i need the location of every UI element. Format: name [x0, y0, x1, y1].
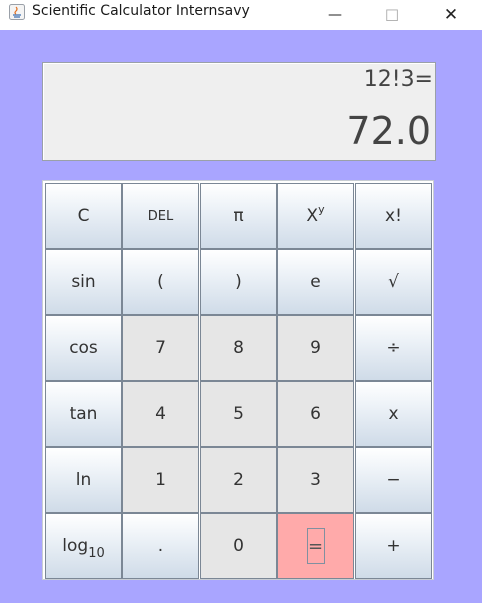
open-paren-button[interactable]: (: [122, 249, 199, 315]
cos-button[interactable]: cos: [45, 315, 122, 381]
eight-label: 8: [233, 338, 244, 358]
power-button[interactable]: Xy: [277, 183, 354, 249]
close-icon: ✕: [443, 5, 459, 25]
one-label: 1: [155, 470, 166, 490]
java-app-icon: [9, 4, 25, 20]
seven-label: 7: [155, 338, 166, 358]
log10-button[interactable]: log10: [45, 513, 122, 579]
sin-button[interactable]: sin: [45, 249, 122, 315]
ln-label: ln: [75, 470, 92, 490]
pi-label: π: [233, 206, 244, 226]
sqrt-button[interactable]: √: [355, 249, 432, 315]
divide-label: ÷: [386, 338, 401, 358]
close-paren-button[interactable]: ): [200, 249, 277, 315]
five-button[interactable]: 5: [200, 381, 277, 447]
delete-button[interactable]: DEL: [122, 183, 199, 249]
minus-button[interactable]: −: [355, 447, 432, 513]
factorial-label: x!: [385, 206, 402, 226]
power-exponent: y: [318, 203, 325, 216]
minimize-button[interactable]: —: [312, 0, 358, 30]
calculator-display: 12!3= 72.0: [42, 62, 436, 161]
minimize-icon: —: [328, 7, 342, 23]
multiply-button[interactable]: x: [355, 381, 432, 447]
two-label: 2: [233, 470, 244, 490]
tan-label: tan: [69, 404, 98, 424]
equals-button[interactable]: =: [277, 513, 354, 579]
four-button[interactable]: 4: [122, 381, 199, 447]
keypad: C DEL π Xy x! sin ( ) e √ cos 7 8 9 ÷ ta…: [42, 180, 434, 580]
equals-label: =: [307, 535, 324, 557]
log-base: log: [62, 536, 89, 556]
factorial-button[interactable]: x!: [355, 183, 432, 249]
expression-text: 12!3=: [363, 67, 433, 92]
cos-label: cos: [69, 338, 98, 358]
window-title: Scientific Calculator Internsavy: [32, 3, 250, 19]
pi-button[interactable]: π: [200, 183, 277, 249]
nine-button[interactable]: 9: [277, 315, 354, 381]
nine-label: 9: [310, 338, 321, 358]
plus-label: +: [386, 536, 401, 556]
clear-button[interactable]: C: [45, 183, 122, 249]
four-label: 4: [155, 404, 166, 424]
e-button[interactable]: e: [277, 249, 354, 315]
dot-label: .: [157, 536, 164, 556]
seven-button[interactable]: 7: [122, 315, 199, 381]
plus-button[interactable]: +: [355, 513, 432, 579]
tan-button[interactable]: tan: [45, 381, 122, 447]
six-label: 6: [310, 404, 321, 424]
ln-button[interactable]: ln: [45, 447, 122, 513]
delete-label: DEL: [147, 208, 174, 224]
zero-label: 0: [233, 536, 244, 556]
divide-button[interactable]: ÷: [355, 315, 432, 381]
five-label: 5: [233, 404, 244, 424]
zero-button[interactable]: 0: [200, 513, 277, 579]
power-base: X: [306, 206, 319, 226]
eight-button[interactable]: 8: [200, 315, 277, 381]
log-subscript: 10: [88, 546, 105, 561]
close-button[interactable]: ✕: [428, 0, 474, 30]
three-label: 3: [310, 470, 321, 490]
three-button[interactable]: 3: [277, 447, 354, 513]
one-button[interactable]: 1: [122, 447, 199, 513]
six-button[interactable]: 6: [277, 381, 354, 447]
open-paren-label: (: [157, 272, 164, 292]
clear-label: C: [77, 206, 90, 226]
close-paren-label: ): [235, 272, 242, 292]
sqrt-label: √: [388, 272, 399, 292]
two-button[interactable]: 2: [200, 447, 277, 513]
maximize-button[interactable]: ☐: [369, 0, 415, 30]
dot-button[interactable]: .: [122, 513, 199, 579]
equals-focus-box: =: [306, 528, 325, 564]
sin-label: sin: [71, 272, 96, 292]
e-label: e: [310, 272, 321, 292]
result-text: 72.0: [346, 109, 431, 153]
power-label: Xy: [306, 203, 325, 226]
minus-label: −: [386, 470, 401, 490]
multiply-label: x: [388, 404, 399, 424]
title-bar: Scientific Calculator Internsavy — ☐ ✕: [0, 0, 482, 30]
log10-label: log10: [62, 536, 104, 561]
maximize-icon: ☐: [384, 5, 400, 25]
